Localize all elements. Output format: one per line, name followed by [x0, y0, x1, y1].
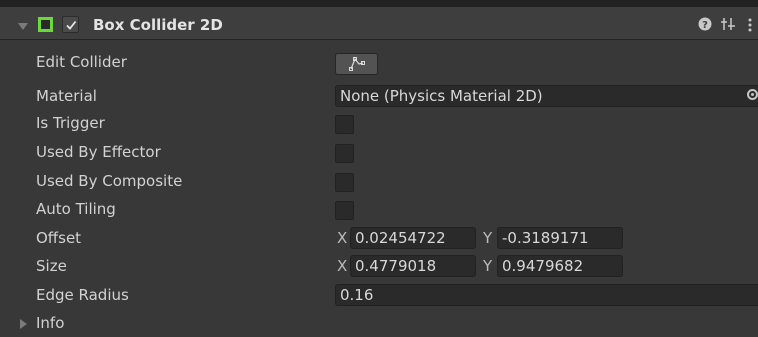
edit-collider-label: Edit Collider — [36, 53, 127, 71]
is-trigger-checkbox[interactable] — [335, 115, 354, 134]
size-x-label[interactable]: X — [337, 256, 347, 276]
used-by-composite-checkbox[interactable] — [335, 173, 354, 192]
material-label: Material — [36, 87, 97, 105]
offset-label: Offset — [36, 229, 82, 247]
offset-x-label[interactable]: X — [337, 228, 347, 248]
material-row: Material None (Physics Material 2D) — [0, 82, 758, 110]
component-header[interactable]: Box Collider 2D ? — [0, 7, 758, 40]
size-x-value: 0.4779018 — [355, 257, 437, 275]
presets-icon[interactable] — [720, 17, 736, 31]
foldout-arrow-icon[interactable] — [18, 23, 28, 30]
help-icon[interactable]: ? — [698, 17, 712, 31]
edit-collider-row: Edit Collider — [0, 48, 758, 76]
edit-collider-button[interactable] — [335, 53, 378, 75]
edge-radius-row: Edge Radius 0.16 — [0, 281, 758, 309]
material-object-field[interactable]: None (Physics Material 2D) — [335, 85, 758, 107]
is-trigger-row: Is Trigger — [0, 109, 758, 137]
size-y-value: 0.9479682 — [502, 257, 584, 275]
auto-tiling-row: Auto Tiling — [0, 195, 758, 223]
is-trigger-label: Is Trigger — [36, 114, 105, 132]
size-row: Size X 0.4779018 Y 0.9479682 — [0, 252, 758, 280]
offset-row: Offset X 0.02454722 Y -0.3189171 — [0, 224, 758, 252]
auto-tiling-label: Auto Tiling — [36, 200, 116, 218]
offset-y-field[interactable]: -0.3189171 — [497, 227, 623, 249]
edge-radius-field[interactable]: 0.16 — [335, 284, 758, 306]
component-title: Box Collider 2D — [93, 16, 223, 34]
offset-y-value: -0.3189171 — [502, 229, 589, 247]
auto-tiling-checkbox[interactable] — [335, 201, 354, 220]
offset-x-field[interactable]: 0.02454722 — [350, 227, 476, 249]
object-picker-icon[interactable] — [747, 89, 758, 100]
info-foldout[interactable]: Info — [0, 309, 758, 337]
used-by-composite-label: Used By Composite — [36, 172, 183, 190]
top-border — [0, 0, 758, 7]
size-x-field[interactable]: 0.4779018 — [350, 255, 476, 277]
info-label: Info — [36, 314, 65, 332]
offset-x-value: 0.02454722 — [355, 229, 446, 247]
material-value: None (Physics Material 2D) — [340, 87, 543, 105]
checkmark-icon — [66, 20, 77, 30]
size-y-field[interactable]: 0.9479682 — [497, 255, 623, 277]
svg-text:?: ? — [702, 20, 708, 31]
edit-collider-icon — [349, 57, 365, 71]
used-by-effector-label: Used By Effector — [36, 143, 161, 161]
offset-y-label[interactable]: Y — [483, 228, 492, 248]
box-collider-2d-icon — [38, 17, 53, 32]
edge-radius-label: Edge Radius — [36, 286, 129, 304]
used-by-effector-row: Used By Effector — [0, 138, 758, 166]
edge-radius-value: 0.16 — [340, 286, 374, 304]
size-y-label[interactable]: Y — [483, 256, 492, 276]
context-menu-icon[interactable] — [748, 18, 752, 32]
used-by-composite-row: Used By Composite — [0, 167, 758, 195]
size-label: Size — [36, 257, 67, 275]
info-foldout-arrow-icon[interactable] — [20, 319, 27, 329]
component-enabled-checkbox[interactable] — [62, 16, 79, 33]
used-by-effector-checkbox[interactable] — [335, 144, 354, 163]
